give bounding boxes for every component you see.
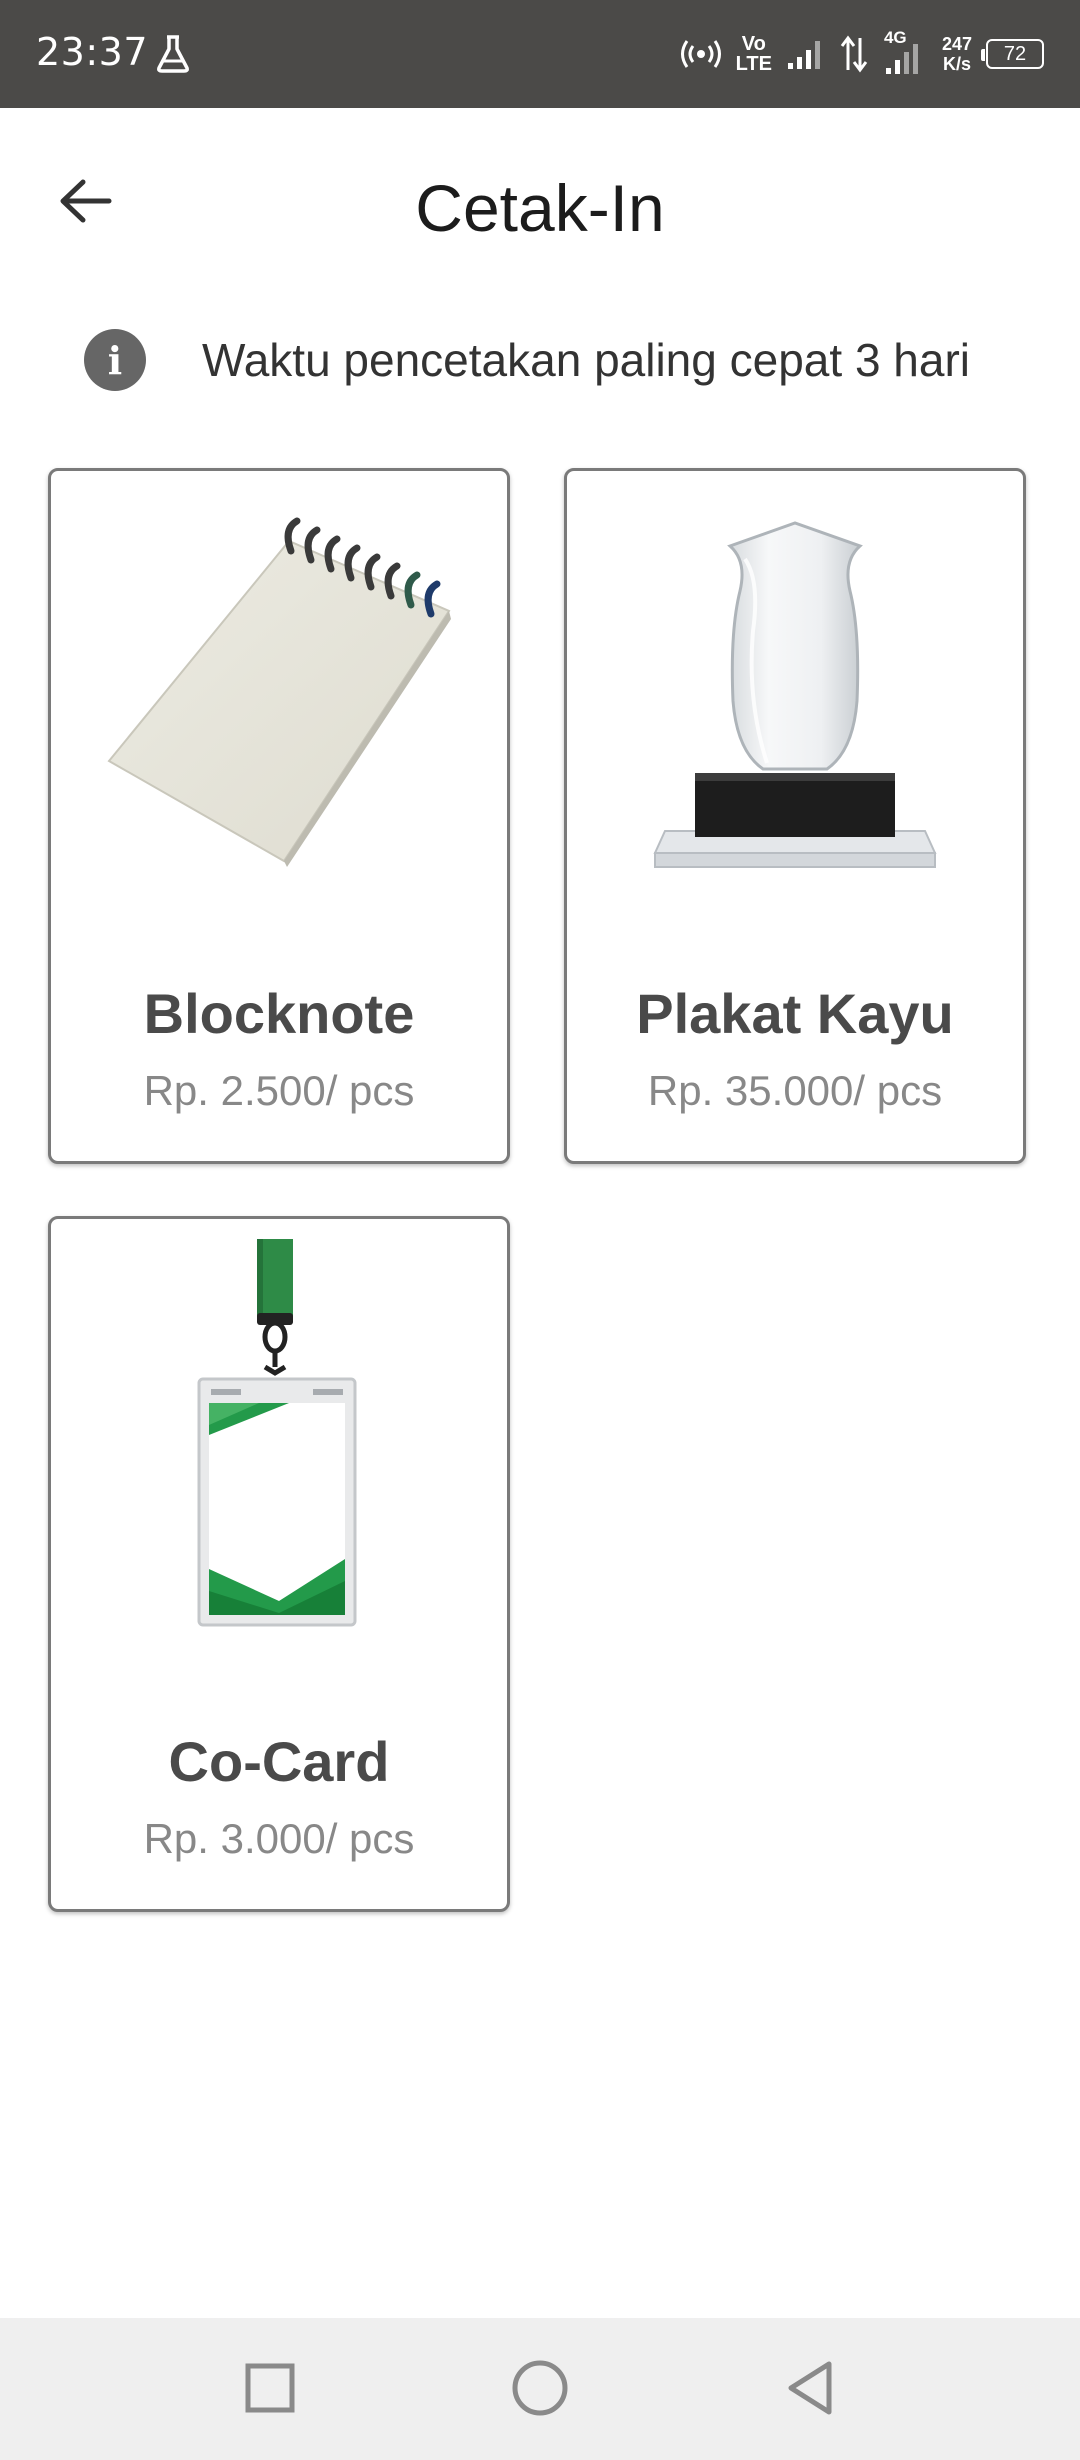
product-price: Rp. 3.000/ pcs bbox=[143, 1815, 415, 1862]
status-time: 23:37 bbox=[36, 30, 149, 74]
trophy-plaque-image bbox=[567, 491, 1023, 911]
volte-indicator: Vo LTE bbox=[736, 34, 772, 74]
product-card-co-card[interactable]: Co-Card Rp. 3.000/ pcs bbox=[48, 1216, 510, 1912]
product-name: Blocknote bbox=[143, 982, 415, 1045]
product-price: Rp. 35.000/ pcs bbox=[647, 1067, 943, 1114]
system-navigation-bar bbox=[0, 2318, 1080, 2460]
volte-bottom-label: LTE bbox=[735, 53, 772, 75]
battery-icon: 72 bbox=[981, 39, 1044, 69]
product-card-plakat-kayu[interactable]: Plakat Kayu Rp. 35.000/ pcs bbox=[564, 468, 1026, 1164]
speed-unit: K/s bbox=[942, 54, 971, 74]
info-icon: i bbox=[84, 329, 146, 391]
info-text: Waktu pencetakan paling cepat 3 hari bbox=[202, 334, 971, 386]
status-icons: Vo LTE 4G 247 K/s 72 bbox=[680, 26, 1044, 82]
signal-strength-icon bbox=[787, 41, 820, 69]
signal-strength-2-icon bbox=[885, 44, 918, 74]
home-button[interactable] bbox=[500, 2348, 580, 2428]
notepad-image bbox=[51, 491, 507, 911]
page-title: Cetak-In bbox=[415, 171, 665, 245]
status-bar: 23:37 Vo LTE 4G 247 K/s 72 bbox=[0, 0, 1080, 108]
recent-apps-button[interactable] bbox=[230, 2348, 310, 2428]
network-4g-indicator: 4G bbox=[882, 28, 928, 76]
back-nav-button[interactable] bbox=[770, 2348, 850, 2428]
product-card-blocknote[interactable]: Blocknote Rp. 2.500/ pcs bbox=[48, 468, 510, 1164]
info-banner: i Waktu pencetakan paling cepat 3 hari bbox=[84, 328, 970, 392]
square-icon bbox=[245, 2363, 295, 2413]
product-name: Plakat Kayu bbox=[636, 982, 954, 1045]
product-price: Rp. 2.500/ pcs bbox=[143, 1067, 415, 1114]
triangle-back-icon bbox=[788, 2361, 832, 2415]
volte-top-label: Vo bbox=[741, 33, 766, 55]
data-transfer-icon bbox=[840, 35, 868, 73]
product-name: Co-Card bbox=[168, 1730, 390, 1793]
lab-flask-icon bbox=[157, 35, 189, 73]
id-card-lanyard-image bbox=[51, 1239, 507, 1659]
network-speed: 247 K/s bbox=[942, 34, 972, 74]
speed-value: 247 bbox=[941, 34, 972, 54]
battery-level: 72 bbox=[1003, 42, 1027, 65]
circle-icon bbox=[512, 2360, 568, 2416]
hotspot-icon bbox=[680, 40, 721, 68]
